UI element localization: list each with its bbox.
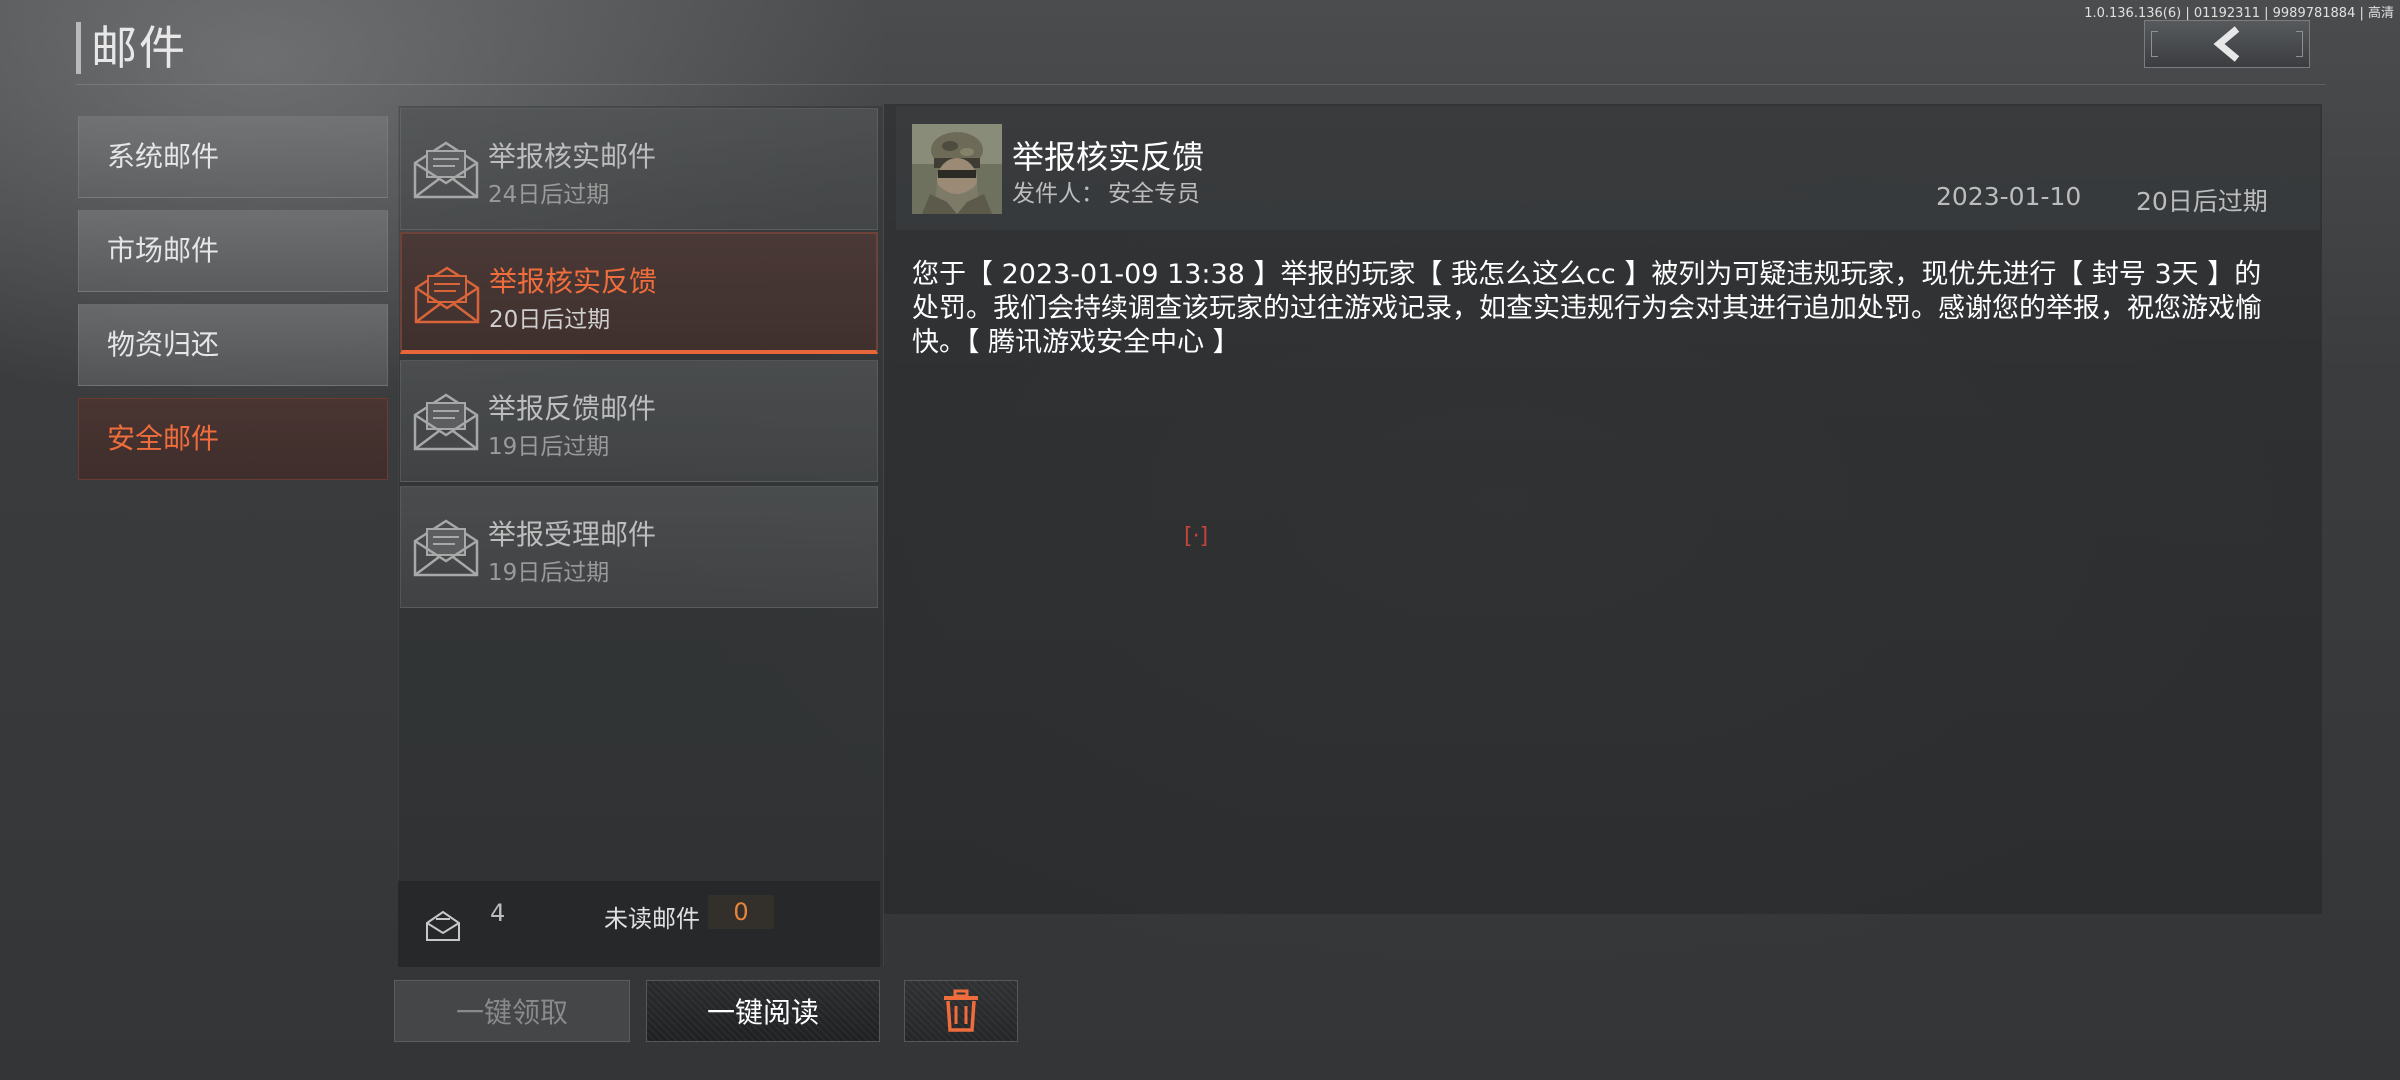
mail-stack-icon [426, 910, 460, 941]
mail-expire: 19日后过期 [488, 434, 610, 460]
envelope-open-icon [413, 393, 479, 451]
back-button[interactable] [2144, 20, 2310, 68]
mail-expire: 19日后过期 [488, 560, 610, 586]
category-label: 系统邮件 [107, 140, 220, 173]
soldier-avatar-icon [912, 124, 1002, 214]
mail-detail-title: 举报核实反馈 [1012, 138, 1205, 176]
claim-all-label: 一键领取 [455, 996, 568, 1029]
mail-title: 举报核实反馈 [489, 265, 658, 298]
mail-body-text: 您于【 2023-01-09 13:38 】举报的玩家【 我怎么这么cc 】被列… [912, 259, 2262, 358]
sender-avatar [912, 124, 1002, 214]
envelope-open-icon [414, 266, 480, 324]
sender-label: 发件人： [1012, 181, 1104, 207]
mail-date: 2023-01-10 [1936, 182, 2082, 211]
mail-total-count: 4 [490, 899, 506, 927]
category-label: 市场邮件 [107, 234, 220, 267]
mail-item-report-accepted[interactable]: 举报受理邮件 19日后过期 [400, 486, 878, 608]
mail-summary-bar: 4 未读邮件 0 [398, 880, 880, 967]
read-all-button[interactable]: 一键阅读 [646, 980, 880, 1042]
mail-item-report-reply[interactable]: 举报反馈邮件 19日后过期 [400, 360, 878, 482]
unread-count: 0 [708, 895, 774, 929]
mail-expire-info: 20日后过期 [2136, 187, 2268, 216]
mail-title: 举报反馈邮件 [488, 392, 657, 425]
category-label: 物资归还 [107, 328, 220, 361]
mail-expire: 20日后过期 [489, 307, 611, 333]
delete-button[interactable] [904, 980, 1018, 1042]
category-market-mail[interactable]: 市场邮件 [78, 210, 388, 292]
envelope-open-icon [413, 141, 479, 199]
mail-title: 举报受理邮件 [488, 518, 657, 551]
page-title: 邮件 [91, 21, 187, 75]
trash-icon [944, 989, 978, 1032]
version-info: 1.0.136.136(6) | 01192311 | 9989781884 |… [2084, 6, 2394, 21]
read-all-label: 一键阅读 [706, 996, 819, 1029]
category-label: 安全邮件 [107, 422, 220, 455]
category-system-mail[interactable]: 系统邮件 [78, 116, 388, 198]
category-security-mail[interactable]: 安全邮件 [78, 398, 388, 480]
envelope-open-icon [413, 519, 479, 577]
sender-name: 安全专员 [1108, 181, 1200, 207]
mail-item-report-verify[interactable]: 举报核实邮件 24日后过期 [400, 108, 878, 230]
page-title-bar: 邮件 [76, 22, 187, 74]
unread-label: 未读邮件 [604, 905, 700, 933]
category-supply-return[interactable]: 物资归还 [78, 304, 388, 386]
header-divider [76, 84, 2326, 85]
chevron-left-icon [2213, 26, 2240, 62]
mail-item-report-feedback[interactable]: 举报核实反馈 20日后过期 [400, 232, 878, 354]
target-marker: [·] [1184, 524, 1209, 549]
mail-title: 举报核实邮件 [488, 140, 657, 173]
mail-expire: 24日后过期 [488, 182, 610, 208]
claim-all-button[interactable]: 一键领取 [394, 980, 630, 1042]
